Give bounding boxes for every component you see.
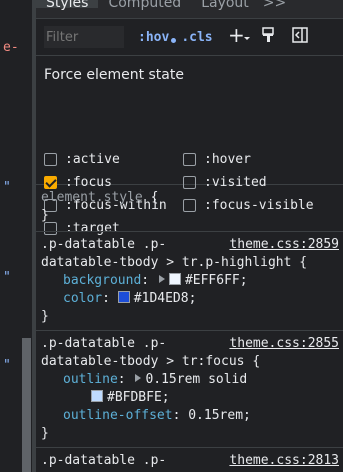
- active-dot-icon: [171, 37, 177, 43]
- filter-bar: :hov .cls +: [36, 19, 343, 56]
- property-row[interactable]: background: #EFF6FF;: [41, 272, 343, 290]
- hov-label: :hov: [138, 29, 170, 45]
- checkbox-box[interactable]: [44, 153, 57, 166]
- css-rule-focus[interactable]: theme.css:2855 .p-datatable .p- datatabl…: [36, 331, 343, 448]
- code-fragment: e-: [3, 40, 19, 55]
- source-link[interactable]: theme.css:2813: [229, 452, 339, 470]
- color-swatch[interactable]: [168, 273, 181, 285]
- property-name[interactable]: color: [63, 291, 102, 306]
- expand-triangle-icon[interactable]: [135, 374, 142, 382]
- checkbox-active[interactable]: :active: [44, 152, 120, 167]
- force-state-title: Force element state: [44, 67, 184, 83]
- tab-computed[interactable]: Computed: [98, 0, 191, 10]
- checkbox-hover[interactable]: :hover: [183, 152, 251, 167]
- filter-input[interactable]: [44, 26, 124, 48]
- property-name[interactable]: outline: [63, 372, 118, 387]
- property-value[interactable]: #1D4ED8;: [134, 291, 197, 306]
- css-rule-partial[interactable]: theme.css:2813 .p-datatable .p-: [36, 448, 343, 472]
- rule-selector[interactable]: datatable-tbody > tr:focus {: [41, 353, 343, 371]
- color-swatch[interactable]: [91, 390, 103, 402]
- more-tabs-button[interactable]: >>: [259, 0, 290, 10]
- source-link[interactable]: theme.css:2855: [229, 335, 339, 353]
- code-fragment: ": [3, 270, 11, 285]
- property-value[interactable]: #BFDBFE;: [107, 390, 170, 405]
- brace-close: }: [41, 426, 49, 441]
- css-rule-highlight[interactable]: theme.css:2859 .p-datatable .p- datatabl…: [36, 232, 343, 331]
- property-row[interactable]: outline: 0.15rem solid: [41, 371, 343, 389]
- code-fragment: ": [3, 180, 11, 195]
- element-style-selector: element.style: [41, 190, 143, 205]
- scrollbar-thumb[interactable]: [22, 338, 31, 472]
- property-row[interactable]: color: #1D4ED8;: [41, 290, 343, 308]
- brace-open: {: [150, 190, 159, 205]
- color-swatch[interactable]: [117, 291, 130, 303]
- property-value[interactable]: #EFF6FF;: [185, 273, 248, 288]
- tab-styles[interactable]: Styles: [36, 0, 99, 10]
- property-row[interactable]: outline-offset: 0.15rem;: [41, 407, 343, 425]
- toggle-sidebar-icon[interactable]: [292, 27, 308, 47]
- styles-panel: Styles Computed Layout >> :hov .cls + Fo…: [36, 0, 343, 472]
- property-value[interactable]: 0.15rem solid: [145, 372, 247, 387]
- property-name[interactable]: outline-offset: [63, 408, 173, 423]
- paint-brush-icon[interactable]: [261, 27, 275, 47]
- brace-close: }: [41, 309, 49, 324]
- brace-close: }: [41, 208, 49, 223]
- cls-toggle-button[interactable]: .cls: [181, 30, 212, 45]
- code-gutter: e- " " ": [0, 0, 36, 472]
- checkbox-label: :hover: [204, 152, 251, 167]
- code-fragment: ": [3, 358, 11, 373]
- checkbox-label: :active: [65, 152, 120, 167]
- new-rule-plus-icon[interactable]: +: [228, 23, 250, 47]
- hov-toggle-button[interactable]: :hov: [138, 29, 177, 45]
- rule-selector[interactable]: datatable-tbody > tr.p-highlight {: [41, 254, 343, 272]
- tab-layout[interactable]: Layout: [191, 0, 259, 10]
- tab-bar: Styles Computed Layout >>: [36, 0, 343, 19]
- element-style-rule[interactable]: element.style { }: [36, 185, 343, 232]
- property-name[interactable]: background: [63, 273, 141, 288]
- source-link[interactable]: theme.css:2859: [229, 236, 339, 254]
- property-row[interactable]: #BFDBFE;: [41, 389, 343, 407]
- property-value[interactable]: 0.15rem;: [188, 408, 251, 423]
- expand-triangle-icon[interactable]: [158, 275, 165, 283]
- checkbox-box[interactable]: [183, 153, 196, 166]
- force-state-section: Force element state :active :hover :focu…: [36, 56, 343, 236]
